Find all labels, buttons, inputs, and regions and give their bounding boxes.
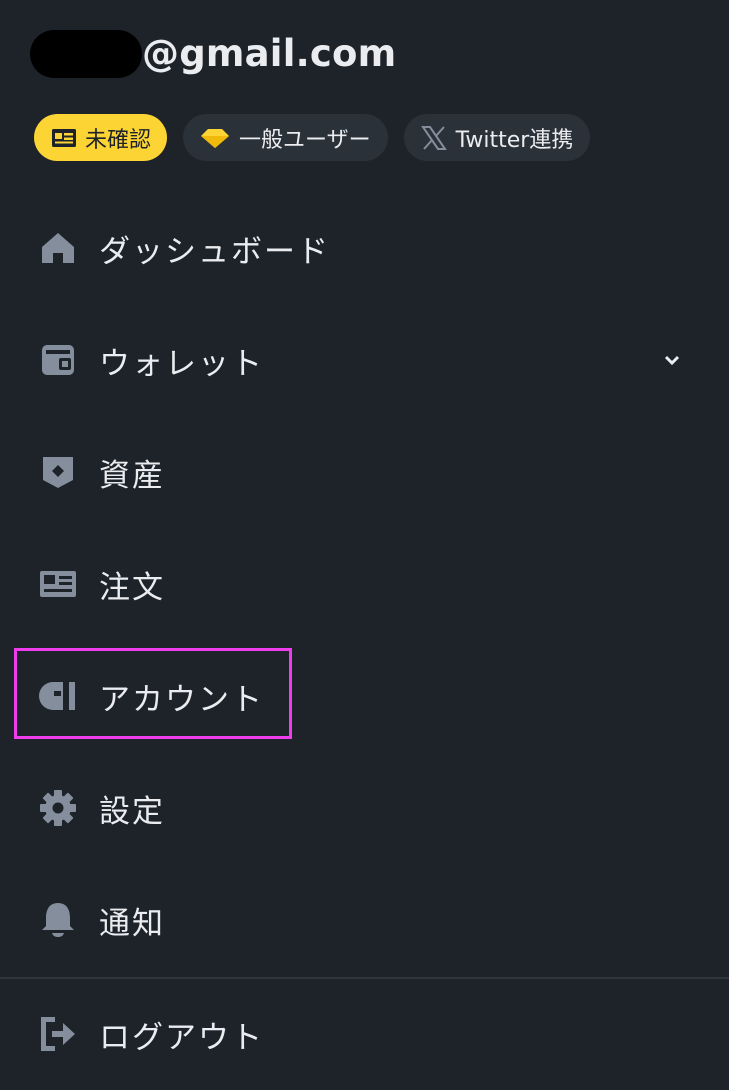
- home-icon: [38, 228, 78, 268]
- gear-icon: [38, 788, 78, 828]
- assets-shield-icon: [38, 452, 78, 492]
- menu-item-label: 設定: [99, 793, 165, 830]
- unverified-badge[interactable]: 未確認: [34, 114, 168, 161]
- user-level-label: 一般ユーザー: [239, 127, 371, 153]
- logout-icon: [38, 1014, 78, 1054]
- diamond-icon: [200, 127, 230, 149]
- menu-item-settings[interactable]: 設定: [0, 752, 729, 864]
- chevron-down-icon[interactable]: [663, 351, 681, 369]
- account-email-row: @gmail.com: [30, 30, 396, 78]
- unverified-badge-label: 未確認: [85, 127, 152, 153]
- orders-card-icon: [38, 564, 78, 604]
- main-menu: ダッシュボード ウォレット 資産 注文 アカウント 設定 通知: [0, 192, 729, 976]
- logout-label: ログアウト: [99, 1019, 264, 1056]
- twitter-link-badge[interactable]: Twitter連携: [403, 114, 591, 161]
- menu-item-account[interactable]: アカウント: [0, 640, 729, 752]
- id-card-icon: [52, 128, 76, 147]
- wallet-icon: [38, 340, 78, 380]
- menu-item-assets[interactable]: 資産: [0, 416, 729, 528]
- twitter-link-label: Twitter連携: [455, 127, 574, 153]
- menu-item-wallet[interactable]: ウォレット: [0, 304, 729, 416]
- bell-icon: [38, 900, 78, 940]
- account-badges: 未確認 一般ユーザー Twitter連携: [34, 114, 591, 161]
- account-icon: [38, 676, 78, 716]
- menu-item-label: ウォレット: [99, 345, 264, 382]
- menu-item-orders[interactable]: 注文: [0, 528, 729, 640]
- menu-item-label: アカウント: [99, 681, 264, 718]
- menu-item-label: 資産: [99, 457, 165, 494]
- account-email-suffix: @gmail.com: [142, 32, 397, 75]
- menu-item-dashboard[interactable]: ダッシュボード: [0, 192, 729, 304]
- menu-item-label: 注文: [99, 569, 165, 606]
- user-level-badge[interactable]: 一般ユーザー: [183, 114, 388, 161]
- x-logo-icon: [420, 125, 447, 150]
- menu-item-label: ダッシュボード: [99, 233, 330, 270]
- redacted-email-name: [30, 30, 142, 78]
- menu-item-label: 通知: [99, 905, 165, 942]
- menu-item-notifications[interactable]: 通知: [0, 864, 729, 976]
- logout-button[interactable]: ログアウト: [0, 978, 729, 1090]
- logout-section: ログアウト: [0, 978, 729, 1090]
